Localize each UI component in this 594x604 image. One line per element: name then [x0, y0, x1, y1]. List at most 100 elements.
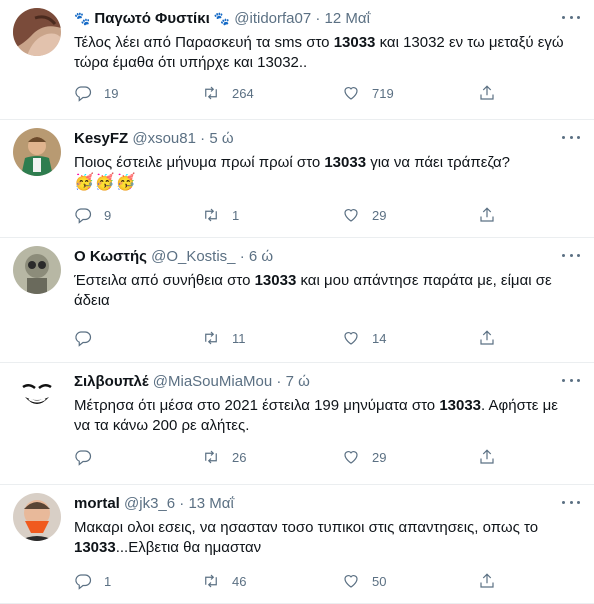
avatar-image [13, 371, 61, 419]
tweet-header: KesyFZ @xsou81 · 5 ώ [74, 130, 554, 148]
retweet-count: 26 [232, 449, 247, 465]
like-button[interactable]: 29 [342, 447, 386, 467]
paw-emoji: 🐾 [74, 11, 91, 26]
tweet-timestamp[interactable]: 7 ώ [286, 373, 310, 390]
user-handle[interactable]: @itidorfa07 [234, 10, 311, 27]
tweet[interactable]: Σιλβουπλέ @MiaSouMiaMou · 7 ώ Μέτρησα ότ… [0, 363, 594, 485]
heart-icon [344, 332, 358, 345]
avatar[interactable] [13, 246, 61, 294]
share-icon [480, 85, 494, 100]
tweet-actions: 19 264 719 [74, 83, 514, 103]
retweet-icon [205, 574, 217, 588]
text-keyword[interactable]: 13033 [255, 272, 297, 289]
user-handle[interactable]: @jk3_6 [124, 495, 175, 512]
text-segment: Μακαρι ολοι εσεις, να ησασταν τοσο τυπικ… [74, 519, 539, 536]
tweet[interactable]: KesyFZ @xsou81 · 5 ώ Ποιος έστειλε μήνυμ… [0, 120, 594, 238]
reply-button[interactable] [74, 328, 104, 348]
user-handle[interactable]: @O_Kostis_ [151, 248, 235, 265]
more-options-icon[interactable] [562, 373, 580, 387]
display-name[interactable]: KesyFZ [74, 130, 128, 147]
tweet[interactable]: mortal @jk3_6 · 13 Μαΐ Μακαρι ολοι εσεις… [0, 485, 594, 604]
text-keyword[interactable]: 13033 [324, 154, 366, 171]
tweet-timestamp[interactable]: 12 Μαΐ [325, 10, 370, 27]
retweet-icon [205, 450, 217, 464]
reply-count: 1 [104, 573, 112, 589]
share-button[interactable] [478, 205, 496, 225]
avatar[interactable] [13, 493, 61, 541]
text-segment: Ποιος έστειλε μήνυμα πρωί πρωί στο [74, 154, 325, 171]
retweet-icon [205, 208, 217, 222]
retweet-icon [205, 86, 217, 100]
like-button[interactable]: 719 [342, 83, 394, 103]
like-button[interactable]: 50 [342, 571, 386, 591]
avatar[interactable] [13, 371, 61, 419]
reply-icon [75, 450, 92, 466]
text-keyword[interactable]: 13033 [439, 397, 481, 414]
share-button[interactable] [478, 328, 496, 348]
reply-button[interactable]: 9 [74, 205, 111, 225]
tweet-header: Σιλβουπλέ @MiaSouMiaMou · 7 ώ [74, 373, 554, 391]
text-keyword[interactable]: 13033 [74, 539, 116, 556]
like-count: 29 [372, 449, 387, 465]
tweet[interactable]: Ο Κωστής @O_Kostis_ · 6 ώ Έστειλα από συ… [0, 238, 594, 363]
tweet-text: Μέτρησα ότι μέσα στο 2021 έστειλα 199 μη… [74, 396, 574, 436]
paw-emoji: 🐾 [213, 11, 231, 26]
more-options-icon[interactable] [562, 495, 580, 509]
retweet-button[interactable]: 1 [202, 205, 239, 225]
reply-count: 9 [104, 207, 112, 223]
tweet-text: Μακαρι ολοι εσεις, να ησασταν τοσο τυπικ… [74, 518, 574, 558]
like-button[interactable]: 29 [342, 205, 386, 225]
share-button[interactable] [478, 571, 496, 591]
tweet-timestamp[interactable]: 6 ώ [249, 248, 273, 265]
more-options-icon[interactable] [562, 10, 580, 24]
display-name[interactable]: Ο Κωστής [74, 248, 147, 265]
tweet-text: Έστειλα από συνήθεια στο 13033 και μου α… [74, 271, 574, 311]
party-emoji-row: 🥳🥳🥳 [74, 174, 137, 191]
retweet-count: 46 [232, 573, 247, 589]
share-icon [480, 573, 494, 588]
separator-dot: · [200, 130, 206, 147]
tweet[interactable]: 🐾 Παγωτό Φυστίκι 🐾 @itidorfa07 · 12 Μαΐ … [0, 0, 594, 120]
reply-icon [75, 86, 92, 102]
share-icon [480, 207, 494, 222]
reply-button[interactable] [74, 447, 104, 467]
retweet-button[interactable]: 26 [202, 447, 246, 467]
display-name[interactable]: mortal [74, 495, 120, 512]
reply-button[interactable]: 19 [74, 83, 118, 103]
more-options-icon[interactable] [562, 130, 580, 144]
avatar[interactable] [13, 128, 61, 176]
like-button[interactable]: 14 [342, 328, 386, 348]
avatar-image [13, 493, 61, 541]
heart-icon [344, 451, 358, 464]
retweet-button[interactable]: 46 [202, 571, 246, 591]
share-button[interactable] [478, 83, 496, 103]
tweet-actions: 9 1 29 [74, 205, 514, 225]
display-name[interactable]: Σιλβουπλέ [74, 373, 149, 390]
heart-icon [344, 575, 358, 588]
more-options-icon[interactable] [562, 248, 580, 262]
reply-icon [75, 574, 92, 590]
tweet-text: Ποιος έστειλε μήνυμα πρωί πρωί στο 13033… [74, 153, 574, 193]
tweet-actions: 11 14 [74, 328, 514, 348]
retweet-count: 11 [232, 330, 246, 346]
display-name[interactable]: Παγωτό Φυστίκι [94, 10, 209, 27]
tweet-actions: 26 29 [74, 447, 514, 467]
heart-icon [344, 209, 358, 222]
tweet-header: 🐾 Παγωτό Φυστίκι 🐾 @itidorfa07 · 12 Μαΐ [74, 10, 554, 28]
reply-icon [75, 208, 92, 224]
share-button[interactable] [478, 447, 496, 467]
user-handle[interactable]: @xsou81 [132, 130, 196, 147]
separator-dot: · [276, 373, 282, 390]
reply-button[interactable]: 1 [74, 571, 111, 591]
retweet-button[interactable]: 11 [202, 328, 246, 348]
separator-dot: · [179, 495, 185, 512]
retweet-count: 264 [232, 85, 254, 101]
user-handle[interactable]: @MiaSouMiaMou [153, 373, 272, 390]
avatar[interactable] [13, 8, 61, 56]
text-segment: Έστειλα από συνήθεια στο [74, 272, 255, 289]
tweet-timestamp[interactable]: 5 ώ [209, 130, 233, 147]
tweet-timestamp[interactable]: 13 Μαΐ [188, 495, 233, 512]
tweet-actions: 1 46 50 [74, 571, 514, 591]
retweet-button[interactable]: 264 [202, 83, 254, 103]
text-keyword[interactable]: 13033 [334, 34, 376, 51]
